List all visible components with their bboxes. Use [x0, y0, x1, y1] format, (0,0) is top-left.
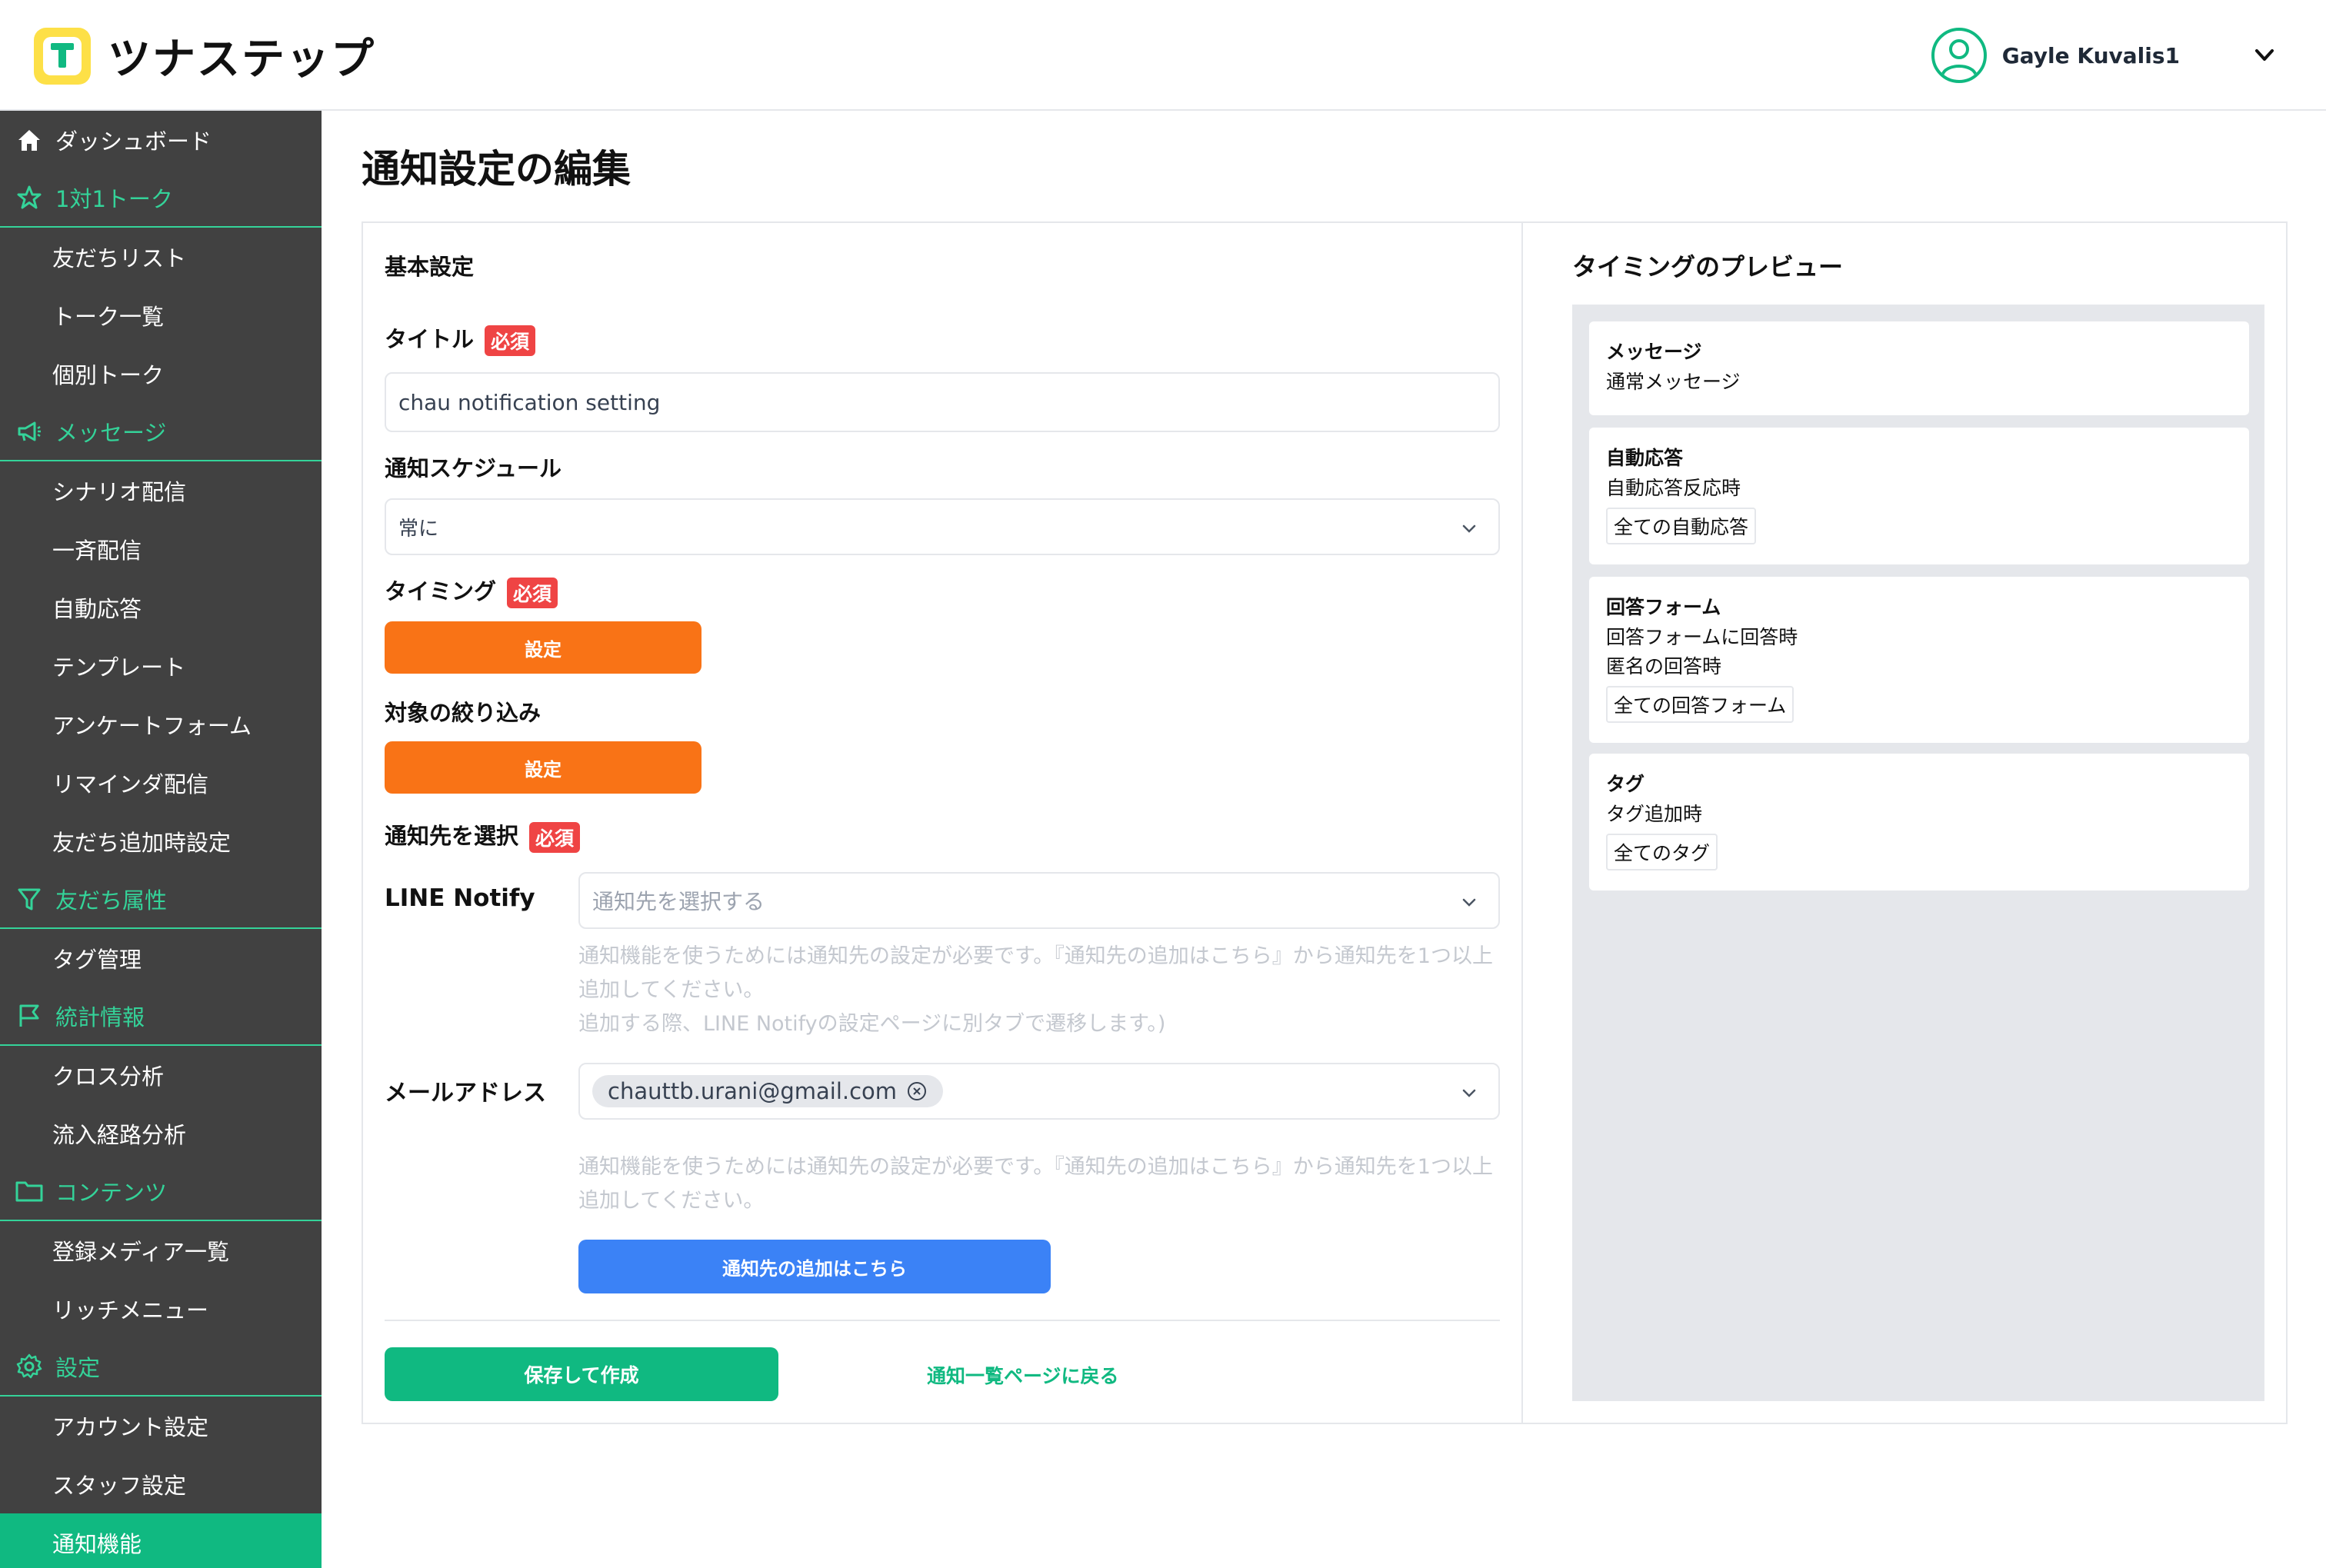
sidebar: ダッシュボード 1対1トーク 友だちリスト トーク一覧 個別トーク メッセージ …	[0, 111, 322, 1568]
user-menu[interactable]: Gayle Kuvalis1	[1931, 28, 2280, 83]
email-select[interactable]: chauttb.urani@gmail.com	[578, 1063, 1500, 1120]
title-input[interactable]: chau notification setting	[385, 372, 1500, 432]
home-icon	[14, 125, 45, 155]
sidebar-item-friend-list[interactable]: 友だちリスト	[0, 228, 322, 286]
sidebar-section-friend-attributes[interactable]: 友だち属性	[0, 871, 322, 929]
card-divider	[1521, 221, 1523, 1424]
sidebar-item-individual-talk[interactable]: 個別トーク	[0, 345, 322, 403]
user-name: Gayle Kuvalis1	[2001, 42, 2180, 68]
form-divider	[385, 1320, 1500, 1321]
sidebar-section-contents[interactable]: コンテンツ	[0, 1163, 322, 1221]
sidebar-item-tag-management[interactable]: タグ管理	[0, 929, 322, 987]
preview-badge: 全ての自動応答	[1606, 508, 1757, 544]
filter-settings-button[interactable]: 設定	[385, 741, 701, 794]
line-notify-label: LINE Notify	[385, 884, 535, 912]
email-chip: chauttb.urani@gmail.com	[592, 1075, 944, 1107]
filter-icon	[14, 884, 45, 914]
sidebar-item-reminder[interactable]: リマインダ配信	[0, 754, 322, 812]
folder-icon	[14, 1176, 45, 1207]
add-destination-button[interactable]: 通知先の追加はこちら	[578, 1240, 1051, 1293]
logo-icon	[34, 27, 91, 85]
email-help: 通知機能を使うためには通知先の設定が必要です。『通知先の追加はこちら』から通知先…	[578, 1155, 1493, 1213]
schedule-select[interactable]: 常に	[385, 498, 1500, 555]
preview-badge: 全てのタグ	[1606, 834, 1718, 871]
sidebar-item-survey-form[interactable]: アンケートフォーム	[0, 695, 322, 754]
gear-icon	[14, 1351, 45, 1382]
sidebar-section-message[interactable]: メッセージ	[0, 403, 322, 461]
app-logo[interactable]: ツナステップ	[34, 25, 375, 87]
preview-card-tag: タグ タグ追加時 全てのタグ	[1589, 754, 2249, 891]
timing-label: タイミング 必須	[385, 574, 558, 608]
sidebar-section-talk[interactable]: 1対1トーク	[0, 169, 322, 228]
sidebar-section-settings[interactable]: 設定	[0, 1338, 322, 1397]
sidebar-item-notification[interactable]: 通知機能	[0, 1513, 322, 1568]
preview-title: タイミングのプレビュー	[1572, 252, 1844, 281]
required-badge: 必須	[485, 325, 536, 356]
chevron-down-icon	[1462, 898, 1476, 907]
sidebar-item-broadcast[interactable]: 一斉配信	[0, 520, 322, 578]
sidebar-item-template[interactable]: テンプレート	[0, 637, 322, 695]
app-name: ツナステップ	[108, 35, 375, 85]
destination-label: 通知先を選択 必須	[385, 818, 581, 853]
back-to-list-link[interactable]: 通知一覧ページに戻る	[927, 1361, 1119, 1389]
avatar	[1931, 28, 1987, 83]
page-title: 通知設定の編集	[362, 147, 631, 191]
required-badge: 必須	[529, 822, 581, 853]
title-label: タイトル 必須	[385, 321, 536, 356]
chevron-down-icon	[1462, 524, 1476, 533]
preview-card-auto-reply: 自動応答 自動応答反応時 全ての自動応答	[1589, 428, 2249, 564]
sidebar-item-cross-analysis[interactable]: クロス分析	[0, 1046, 322, 1104]
sidebar-section-statistics[interactable]: 統計情報	[0, 987, 322, 1046]
save-button[interactable]: 保存して作成	[385, 1347, 778, 1401]
sidebar-item-account-settings[interactable]: アカウント設定	[0, 1397, 322, 1455]
sidebar-item-inflow-analysis[interactable]: 流入経路分析	[0, 1104, 322, 1163]
preview-card-message: メッセージ 通常メッセージ	[1589, 321, 2249, 415]
sidebar-item-scenario[interactable]: シナリオ配信	[0, 461, 322, 520]
sidebar-item-staff-settings[interactable]: スタッフ設定	[0, 1455, 322, 1513]
timing-settings-button[interactable]: 設定	[385, 621, 701, 674]
flag-icon	[14, 1000, 45, 1031]
chevron-down-icon[interactable]	[2249, 40, 2280, 71]
close-icon[interactable]	[906, 1080, 928, 1102]
required-badge: 必須	[507, 578, 558, 608]
star-icon	[14, 182, 45, 213]
sidebar-item-media-list[interactable]: 登録メディア一覧	[0, 1221, 322, 1280]
sidebar-item-auto-reply[interactable]: 自動応答	[0, 578, 322, 637]
section-title-basic: 基本設定	[385, 254, 475, 280]
sidebar-item-dashboard[interactable]: ダッシュボード	[0, 111, 322, 169]
app-header: ツナステップ Gayle Kuvalis1	[0, 0, 2326, 111]
sidebar-item-rich-menu[interactable]: リッチメニュー	[0, 1280, 322, 1338]
preview-badge: 全ての回答フォーム	[1606, 686, 1794, 723]
preview-card-answer-form: 回答フォーム 回答フォームに回答時 匿名の回答時 全ての回答フォーム	[1589, 577, 2249, 743]
sidebar-item-talk-list[interactable]: トーク一覧	[0, 286, 322, 345]
sidebar-item-friend-add-settings[interactable]: 友だち追加時設定	[0, 812, 322, 871]
chevron-down-icon	[1462, 1089, 1476, 1097]
filter-label: 対象の絞り込み	[385, 700, 542, 726]
megaphone-icon	[14, 416, 45, 447]
line-notify-help: 通知機能を使うためには通知先の設定が必要です。『通知先の追加はこちら』から通知先…	[578, 944, 1493, 1036]
email-label: メールアドレス	[385, 1080, 546, 1107]
schedule-label: 通知スケジュール	[385, 455, 562, 481]
line-notify-select[interactable]: 通知先を選択する	[578, 872, 1500, 929]
